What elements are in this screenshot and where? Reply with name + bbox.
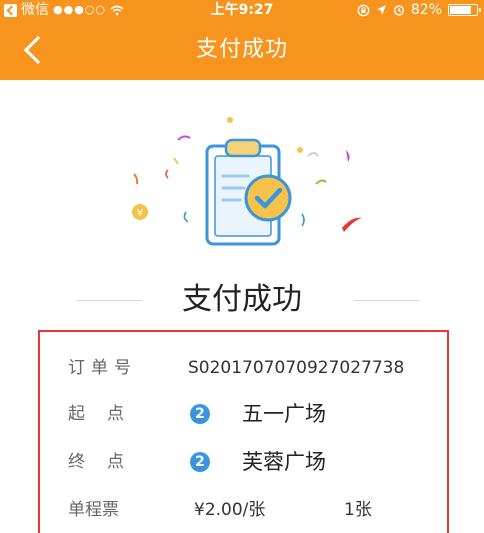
- sparkle-dot: [227, 117, 233, 123]
- ticket-price: ¥2.00/张: [194, 500, 266, 520]
- confetti-piece: [342, 217, 362, 232]
- start-station-row: 起点 2 五一广场: [40, 394, 447, 434]
- coin-symbol: ¥: [137, 208, 143, 219]
- confetti-piece: [307, 152, 319, 157]
- confetti-piece: [177, 135, 191, 141]
- app-header: 微信 ●●●○○ 上午9:27 82% 支付成功: [0, 0, 484, 80]
- start-label: 起点: [68, 404, 146, 424]
- order-info-box: 订单号 S0201707070927027738 起点 2 五一广场 终点 2 …: [38, 330, 449, 533]
- confetti-piece: [165, 169, 169, 179]
- line-badge: 2: [190, 452, 210, 472]
- confetti-piece: [133, 173, 139, 185]
- payment-success-illustration: ¥: [132, 117, 362, 246]
- alarm-icon: [393, 5, 405, 16]
- order-number-row: 订单号 S0201707070927027738: [40, 348, 447, 388]
- ticket-count: 1张: [344, 500, 372, 520]
- status-bar: 微信 ●●●○○ 上午9:27 82%: [0, 0, 484, 20]
- confetti-piece: [315, 179, 327, 185]
- divider-right: [354, 300, 420, 301]
- line-badge: 2: [190, 404, 210, 424]
- order-number-value: S0201707070927027738: [188, 358, 405, 378]
- clipboard-clip: [224, 138, 262, 158]
- status-right: 82%: [357, 0, 481, 20]
- end-label: 终点: [68, 452, 146, 472]
- rotation-lock-icon: [357, 4, 370, 16]
- ticket-label: 单程票: [68, 500, 119, 520]
- location-icon: [376, 5, 386, 15]
- start-station: 五一广场: [242, 402, 326, 426]
- confetti-piece: [346, 150, 350, 162]
- end-station-row: 终点 2 芙蓉广场: [40, 442, 447, 482]
- ticket-row: 单程票 ¥2.00/张 1张: [40, 490, 447, 530]
- order-number-label: 订单号: [68, 358, 137, 378]
- battery-icon: [448, 4, 481, 16]
- check-circle-icon: [244, 174, 292, 222]
- success-heading: 支付成功: [0, 278, 484, 322]
- confetti-piece: [183, 211, 189, 223]
- battery-percent: 82%: [410, 2, 442, 18]
- page-title: 支付成功: [195, 37, 288, 62]
- confetti-piece: [301, 213, 305, 227]
- battery-level-fill: [450, 6, 472, 14]
- confetti-piece: [173, 157, 179, 165]
- sparkle-dot: [297, 147, 303, 153]
- end-station: 芙蓉广场: [242, 450, 326, 474]
- nav-bar: 支付成功: [0, 20, 484, 80]
